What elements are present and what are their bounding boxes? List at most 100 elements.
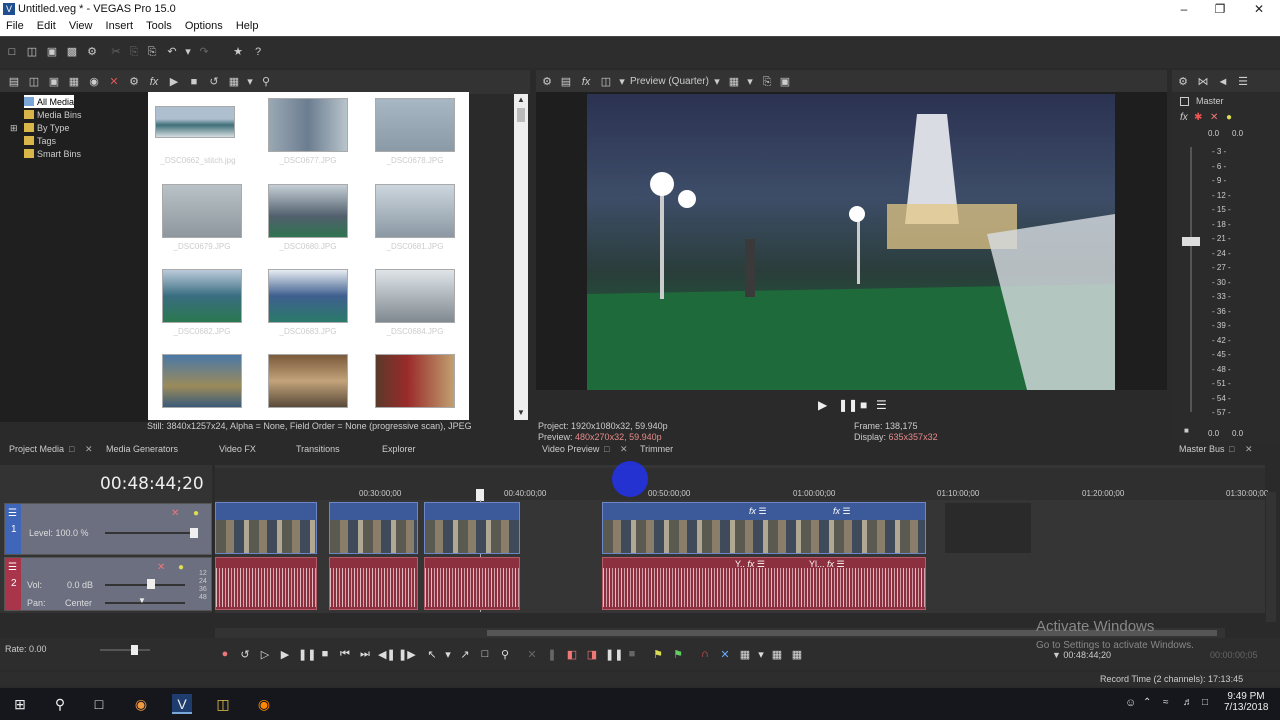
copy-icon[interactable]: ⎘ xyxy=(128,46,140,58)
stop-icon[interactable]: ■ xyxy=(318,648,332,660)
play-icon[interactable]: ▶ xyxy=(278,648,292,661)
media-thumbnail[interactable] xyxy=(268,354,348,408)
menu-edit[interactable]: Edit xyxy=(32,19,61,32)
preview-quality-select[interactable]: Preview (Quarter) xyxy=(630,76,709,87)
clip-fx-icon[interactable]: Y.. fx ☰ xyxy=(735,559,765,570)
play-from-start-icon[interactable]: ▷ xyxy=(258,648,272,661)
solo-icon[interactable]: ● xyxy=(1226,112,1232,123)
cut-icon[interactable]: ✂ xyxy=(110,46,122,58)
solo-icon[interactable]: ● xyxy=(193,508,199,519)
master-fader[interactable] xyxy=(1182,237,1200,246)
media-thumbnail[interactable] xyxy=(162,269,242,323)
audio-track-header[interactable]: ☰ 2 ✕ ● Vol: 0.0 dB Pan: Center ▼ 12 24 … xyxy=(4,557,212,611)
go-to-end-icon[interactable]: ⏭ xyxy=(358,648,372,661)
preview-stop-icon[interactable]: ■ xyxy=(860,398,867,412)
trim-icon[interactable]: ❚ xyxy=(545,648,559,661)
preview-menu-icon[interactable]: ☰ xyxy=(876,398,887,412)
video-clip[interactable] xyxy=(215,502,317,554)
scroll-thumb[interactable] xyxy=(517,108,525,122)
menu-insert[interactable]: Insert xyxy=(101,19,139,32)
windows-start-icon[interactable]: ⊞ xyxy=(10,694,30,714)
tab-video-preview[interactable]: Video Preview xyxy=(542,444,599,454)
task-view-icon[interactable]: □ xyxy=(89,694,109,714)
tab-transitions[interactable]: Transitions xyxy=(296,444,340,454)
envelope-tool-icon[interactable]: ↗ xyxy=(458,648,472,661)
solo-icon[interactable]: ● xyxy=(178,562,184,573)
tab-project-media[interactable]: Project Media xyxy=(9,444,64,454)
gear-icon[interactable]: ⚙ xyxy=(541,76,553,88)
menu-view[interactable]: View xyxy=(64,19,98,32)
master-checkbox[interactable] xyxy=(1180,97,1189,106)
tray-chevron-icon[interactable]: ⌃ xyxy=(1143,697,1151,708)
mute-icon[interactable]: ✕ xyxy=(171,508,179,519)
close-tab-icon[interactable]: ✕ xyxy=(85,444,93,455)
tab-media-generators[interactable]: Media Generators xyxy=(106,444,178,454)
undo-icon[interactable]: ↶ xyxy=(166,46,178,58)
media-thumbnail[interactable] xyxy=(162,184,242,238)
tree-item-media-bins[interactable]: Media Bins xyxy=(24,108,82,121)
snapping-icon[interactable]: ∩ xyxy=(698,648,712,660)
open-icon[interactable]: ◫ xyxy=(26,46,38,58)
menu-file[interactable]: File xyxy=(0,19,29,32)
lock-envelopes-icon[interactable]: ▦ xyxy=(770,648,784,661)
properties-icon[interactable]: ◉ xyxy=(88,76,100,88)
tree-item-all-media[interactable]: All Media xyxy=(24,95,75,108)
ripple-edit-icon[interactable]: ▦ xyxy=(738,648,752,661)
new-icon[interactable]: □ xyxy=(6,46,18,58)
capture-icon[interactable]: ◫ xyxy=(28,76,40,88)
split-icon[interactable]: ❚❚ xyxy=(605,648,623,661)
maximize-icon[interactable]: ❐ xyxy=(1210,2,1230,16)
rate-slider-thumb[interactable] xyxy=(131,645,138,655)
record-icon[interactable]: ● xyxy=(218,648,232,660)
tab-video-fx[interactable]: Video FX xyxy=(219,444,256,454)
ignore-grouping-icon[interactable]: ▦ xyxy=(790,648,804,661)
fx-icon[interactable]: fx xyxy=(580,76,592,88)
minimize-icon[interactable]: – xyxy=(1174,2,1194,16)
media-thumbnail[interactable] xyxy=(268,184,348,238)
zoom-tool-icon[interactable]: ⚲ xyxy=(498,648,512,661)
vol-slider-thumb[interactable] xyxy=(147,579,155,589)
media-thumbnail[interactable] xyxy=(375,354,455,408)
video-track-header[interactable]: ☰ 1 ✕ ● Level: 100.0 % xyxy=(4,503,212,555)
pause-icon[interactable]: ❚❚ xyxy=(298,648,316,661)
undock-icon[interactable]: □ xyxy=(69,444,74,454)
audio-clip[interactable]: Y.. fx ☰ Yl... fx ☰ xyxy=(602,557,926,610)
selection-tool-icon[interactable]: □ xyxy=(478,648,492,660)
media-scrollbar[interactable]: ▲ ▼ xyxy=(514,94,528,420)
search-icon[interactable]: ⚲ xyxy=(50,694,70,714)
audio-clip[interactable] xyxy=(329,557,418,610)
media-thumbnail[interactable] xyxy=(155,106,235,138)
overlays-dropdown-icon[interactable]: ▾ xyxy=(744,76,756,88)
master-fx-icon[interactable]: ✱ xyxy=(1194,112,1202,123)
menu-help[interactable]: Help xyxy=(231,19,264,32)
region-icon[interactable]: ⚑ xyxy=(671,648,685,661)
next-frame-icon[interactable]: ❚▶ xyxy=(398,648,416,661)
media-thumbnail[interactable] xyxy=(375,269,455,323)
tool-dropdown-icon[interactable]: ▾ xyxy=(441,648,455,661)
undock-icon[interactable]: □ xyxy=(1229,444,1234,454)
overlays-icon[interactable]: ▦ xyxy=(728,76,740,88)
video-clip[interactable]: fx ☰ fx ☰ xyxy=(602,502,926,554)
mute-icon[interactable]: ✕ xyxy=(1210,112,1218,123)
preview-play-icon[interactable]: ▶ xyxy=(818,398,827,412)
lock-icon[interactable]: ■ xyxy=(625,648,639,660)
audio-clip[interactable] xyxy=(215,557,317,610)
mute-icon[interactable]: ✕ xyxy=(157,562,165,573)
previous-frame-icon[interactable]: ◀❚ xyxy=(378,648,396,661)
media-thumbnail[interactable] xyxy=(268,98,348,152)
delete-icon[interactable]: ✕ xyxy=(108,76,120,88)
media-thumbnail[interactable] xyxy=(375,184,455,238)
cursor-position[interactable]: ▼ 00:48:44;20 xyxy=(1052,650,1111,660)
tree-item-smart-bins[interactable]: Smart Bins xyxy=(24,147,81,160)
close-icon[interactable]: ✕ xyxy=(1249,2,1269,16)
cursor-timecode[interactable]: 00:48:44;20 xyxy=(100,474,204,494)
people-icon[interactable]: ☺ xyxy=(1125,697,1136,709)
lock-icon[interactable]: ■ xyxy=(1184,426,1189,435)
vegas-taskbar-icon[interactable]: V xyxy=(172,694,192,714)
help-icon[interactable]: ? xyxy=(252,46,264,58)
views-icon[interactable]: ▦ xyxy=(228,76,240,88)
marker-icon[interactable]: ⚑ xyxy=(651,648,665,661)
volume-icon[interactable]: ♬ xyxy=(1183,697,1193,708)
project-settings-icon[interactable]: ▤ xyxy=(560,76,572,88)
clip-fx-icon[interactable]: Yl... fx ☰ xyxy=(809,559,845,570)
